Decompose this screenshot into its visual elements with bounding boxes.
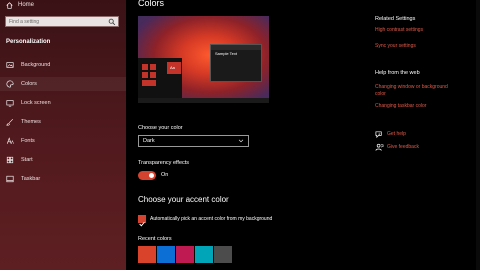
preview-window-titlebar (211, 45, 261, 50)
preview-small-tile (142, 64, 148, 70)
preview-small-tile (150, 64, 156, 70)
recent-color-swatch[interactable] (138, 246, 156, 263)
main-content: Colors Aa Sample Text Choose your color … (126, 0, 480, 270)
section-title: Personalization (6, 39, 51, 45)
font-icon (6, 137, 14, 144)
brush-icon (6, 118, 14, 126)
search-input[interactable]: Find a setting (5, 16, 119, 27)
auto-pick-label: Automatically pick an accent color from … (150, 216, 273, 222)
choose-color-label: Choose your color (138, 125, 183, 131)
recent-color-swatch[interactable] (195, 246, 213, 263)
recent-colors-label: Recent colors (138, 236, 172, 242)
preview-small-tile (150, 72, 156, 78)
chevron-down-icon (238, 139, 244, 143)
search-placeholder: Find a setting (9, 19, 40, 25)
recent-color-swatch[interactable] (157, 246, 175, 263)
sidebar-item-themes[interactable]: Themes (0, 115, 126, 129)
transparency-toggle[interactable] (138, 171, 156, 180)
monitor-icon (6, 100, 14, 107)
help-web-title: Help from the web (375, 70, 420, 76)
sidebar: Home Find a setting Personalization Back… (0, 0, 126, 270)
sidebar-item-label: Fonts (21, 138, 35, 144)
sidebar-item-start[interactable]: Start (0, 153, 126, 167)
sidebar-item-label: Taskbar (21, 176, 41, 182)
high-contrast-link[interactable]: High contrast settings (375, 27, 423, 34)
sidebar-item-fonts[interactable]: Fonts (0, 134, 126, 148)
preview-tile: Aa (167, 62, 181, 74)
accent-title: Choose your accent color (138, 195, 229, 204)
taskbar-icon (6, 175, 14, 183)
preview-taskbar (138, 98, 269, 103)
transparency-label: Transparency effects (138, 160, 190, 166)
sidebar-item-label: Colors (21, 81, 37, 87)
sidebar-item-label: Start (21, 157, 33, 163)
search-icon (108, 18, 116, 26)
nav-home-label: Home (18, 2, 35, 8)
preview-window-text: Sample Text (215, 51, 237, 56)
help-link-window-color[interactable]: Changing window or background color (375, 84, 455, 98)
sidebar-item-taskbar[interactable]: Taskbar (0, 172, 126, 186)
sidebar-item-lock-screen[interactable]: Lock screen (0, 96, 126, 110)
related-settings-title: Related Settings (375, 16, 416, 22)
get-help-icon (375, 131, 382, 139)
preview-small-tile (142, 80, 156, 86)
nav-home[interactable]: Home (6, 0, 34, 10)
theme-preview: Aa Sample Text (138, 16, 269, 103)
feedback-icon (375, 143, 384, 151)
home-icon (6, 1, 13, 9)
checkmark-icon (139, 221, 145, 227)
choose-color-dropdown[interactable]: Dark (138, 135, 249, 147)
start-icon (6, 156, 14, 164)
sidebar-item-label: Lock screen (21, 100, 51, 106)
scrollbar[interactable] (476, 0, 480, 270)
sidebar-item-label: Background (21, 62, 51, 68)
toggle-knob (149, 173, 154, 178)
image-icon (6, 62, 14, 68)
preview-tile-label: Aa (170, 65, 175, 70)
recent-color-swatch[interactable] (214, 246, 232, 263)
sidebar-item-label: Themes (21, 119, 41, 125)
choose-color-value: Dark (143, 138, 155, 144)
sync-settings-link[interactable]: Sync your settings (375, 43, 416, 50)
preview-window: Sample Text (210, 44, 262, 82)
page-title: Colors (138, 0, 165, 8)
help-link-taskbar-color[interactable]: Changing taskbar color (375, 103, 426, 110)
auto-pick-checkbox[interactable] (138, 215, 146, 227)
preview-small-tile (142, 72, 148, 78)
sidebar-item-background[interactable]: Background (0, 58, 126, 72)
sidebar-item-colors[interactable]: Colors (0, 77, 126, 91)
give-feedback-link[interactable]: Give feedback (387, 144, 419, 151)
get-help-link[interactable]: Get help (387, 131, 406, 138)
recent-color-swatch[interactable] (176, 246, 194, 263)
transparency-state: On (161, 172, 169, 178)
palette-icon (6, 80, 14, 88)
